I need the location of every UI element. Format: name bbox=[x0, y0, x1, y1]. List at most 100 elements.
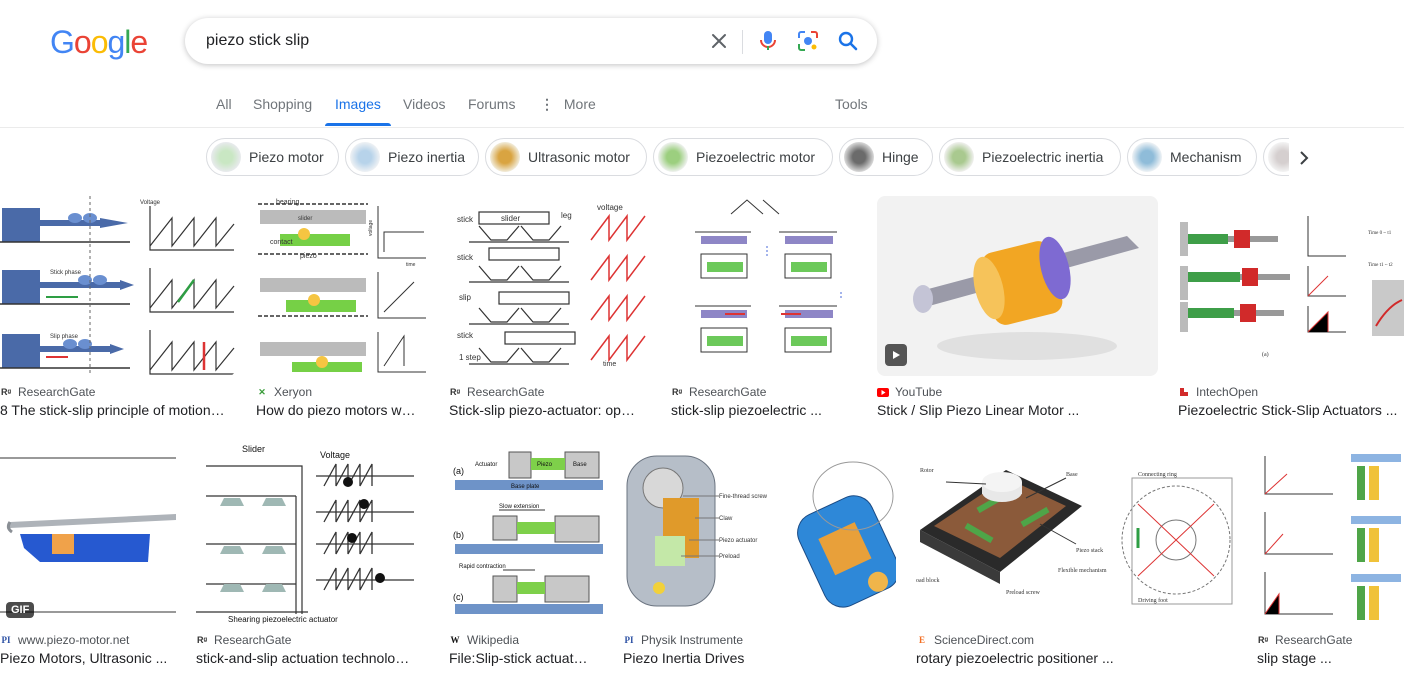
image-text: Voltage bbox=[140, 200, 161, 206]
result-source-name: ResearchGate bbox=[689, 385, 767, 399]
lens-icon[interactable] bbox=[796, 29, 820, 53]
image-text: Driving foot bbox=[1138, 597, 1168, 604]
result-source-name: Xeryon bbox=[274, 385, 313, 399]
chip-ultrasonic-motor[interactable]: Ultrasonic motor bbox=[485, 138, 647, 176]
result-source[interactable]: Rᵍ ResearchGate bbox=[449, 385, 544, 399]
image-text: stick bbox=[457, 253, 474, 262]
result-title[interactable]: stick-slip piezoelectric ... bbox=[671, 402, 857, 418]
chip-label: Piezoelectric motor bbox=[696, 149, 816, 165]
tab-all[interactable]: All bbox=[216, 96, 232, 112]
result-source-name: IntechOpen bbox=[1196, 385, 1259, 399]
google-logo[interactable]: Google bbox=[50, 24, 148, 61]
image-result[interactable]: Time 0 ~ t1 Time t1 ~ t2 (a) IntechOpen … bbox=[1178, 196, 1404, 422]
result-title[interactable]: rotary piezoelectric positioner ... bbox=[916, 650, 1237, 666]
image-result[interactable]: bearing slider contact piezo voltage tim… bbox=[256, 196, 429, 422]
image-result[interactable]: stick slider leg voltage stick slip stic… bbox=[449, 196, 651, 422]
result-thumbnail[interactable]: bearing slider contact piezo voltage tim… bbox=[256, 196, 429, 376]
result-title[interactable]: slip stage ... bbox=[1257, 650, 1404, 666]
search-input[interactable] bbox=[206, 30, 686, 52]
image-text: (a) bbox=[453, 466, 464, 476]
search-box bbox=[185, 18, 877, 64]
microphone-icon[interactable] bbox=[756, 29, 780, 53]
tab-videos[interactable]: Videos bbox=[403, 96, 446, 112]
result-thumbnail[interactable]: stick slider leg voltage stick slip stic… bbox=[449, 196, 651, 376]
result-source-name: YouTube bbox=[895, 385, 943, 399]
chip-partial[interactable] bbox=[1263, 138, 1289, 176]
result-title[interactable]: stick-and-slip actuation technolo… bbox=[196, 650, 429, 666]
result-source[interactable]: Rᵍ ResearchGate bbox=[671, 385, 766, 399]
search-icon[interactable] bbox=[836, 29, 860, 53]
tab-shopping[interactable]: Shopping bbox=[253, 96, 312, 112]
researchgate-icon: Rᵍ bbox=[196, 635, 207, 645]
image-text: slip bbox=[459, 293, 472, 302]
image-result[interactable]: Slider Voltage Shearing piezoelectric ac… bbox=[196, 444, 429, 670]
result-title[interactable]: Piezoelectric Stick-Slip Actuators ... bbox=[1178, 402, 1404, 418]
image-text: Slow extension bbox=[499, 504, 539, 510]
chip-hinge[interactable]: Hinge bbox=[839, 138, 933, 176]
result-thumbnail[interactable]: Slider Voltage Shearing piezoelectric ac… bbox=[196, 444, 429, 624]
logo-letter: o bbox=[73, 24, 92, 60]
image-result[interactable]: GIF PI www.piezo-motor.net Piezo Motors,… bbox=[0, 444, 176, 670]
result-source-name: ResearchGate bbox=[467, 385, 545, 399]
image-result[interactable]: (a) Actuator Piezo Base Base plate (b) S… bbox=[449, 444, 603, 670]
close-icon[interactable] bbox=[707, 29, 731, 53]
image-result[interactable]: YouTube Stick / Slip Piezo Linear Motor … bbox=[877, 196, 1158, 422]
result-thumbnail[interactable]: Fine-thread screw Claw Piezo actuator Pr… bbox=[623, 444, 896, 624]
result-thumbnail[interactable]: Rotor Base Piezo stack Flexible mechanis… bbox=[916, 444, 1237, 624]
result-title[interactable]: Stick-slip piezo-actuator: op… bbox=[449, 402, 651, 418]
chevron-right-icon[interactable] bbox=[1290, 146, 1318, 170]
chip-mechanism[interactable]: Mechanism bbox=[1127, 138, 1257, 176]
image-result[interactable]: Voltage Stick phase Slip phase Rᵍ Resear… bbox=[0, 196, 236, 422]
image-text: Shearing piezoelectric actuator bbox=[228, 615, 338, 624]
result-thumbnail[interactable]: GIF bbox=[0, 444, 176, 624]
result-title[interactable]: Piezo Motors, Ultrasonic ... bbox=[0, 650, 176, 666]
image-text: contact bbox=[270, 239, 293, 246]
result-title[interactable]: How do piezo motors w… bbox=[256, 402, 429, 418]
tab-images[interactable]: Images bbox=[325, 96, 391, 126]
more-vert-icon: ⋮ bbox=[540, 96, 554, 112]
chip-piezo-inertia[interactable]: Piezo inertia bbox=[345, 138, 479, 176]
chip-piezo-motor[interactable]: Piezo motor bbox=[206, 138, 339, 176]
image-result[interactable]: Fine-thread screw Claw Piezo actuator Pr… bbox=[623, 444, 896, 670]
image-text: Time 0 ~ t1 bbox=[1368, 231, 1392, 236]
result-source[interactable]: ✕ Xeryon bbox=[256, 385, 312, 399]
image-text: Time t1 ~ t2 bbox=[1368, 263, 1393, 268]
result-title[interactable]: File:Slip-stick actuat… bbox=[449, 650, 603, 666]
tab-more[interactable]: ⋮ More bbox=[540, 96, 596, 113]
image-result[interactable]: Rotor Base Piezo stack Flexible mechanis… bbox=[916, 444, 1237, 670]
result-source[interactable]: W Wikipedia bbox=[449, 633, 520, 647]
result-source[interactable]: IntechOpen bbox=[1178, 385, 1258, 399]
play-icon[interactable] bbox=[885, 344, 907, 366]
chip-thumbnail bbox=[944, 142, 974, 172]
image-text: Flexible mechanism bbox=[1058, 568, 1107, 574]
result-title[interactable]: Stick / Slip Piezo Linear Motor ... bbox=[877, 402, 1158, 418]
tab-forums[interactable]: Forums bbox=[468, 96, 515, 112]
image-result[interactable]: Rᵍ ResearchGate slip stage ... bbox=[1257, 444, 1404, 670]
logo-letter: g bbox=[107, 24, 125, 60]
result-thumbnail[interactable]: Voltage Stick phase Slip phase bbox=[0, 196, 236, 376]
chip-piezoelectric-motor[interactable]: Piezoelectric motor bbox=[653, 138, 833, 176]
result-thumbnail[interactable]: (a) Actuator Piezo Base Base plate (b) S… bbox=[449, 444, 603, 624]
result-source[interactable]: Rᵍ ResearchGate bbox=[1257, 633, 1352, 647]
result-source-name: Physik Instrumente bbox=[641, 633, 744, 647]
chip-piezoelectric-inertia[interactable]: Piezoelectric inertia bbox=[939, 138, 1121, 176]
result-source[interactable]: Rᵍ ResearchGate bbox=[0, 385, 95, 399]
result-source[interactable]: PI Physik Instrumente bbox=[623, 633, 744, 647]
chip-label: Piezo inertia bbox=[388, 149, 466, 165]
wikipedia-icon: W bbox=[450, 635, 460, 645]
image-text: bearing bbox=[276, 199, 299, 206]
image-result[interactable]: Rᵍ ResearchGate stick-slip piezoelectric… bbox=[671, 196, 857, 422]
result-thumbnail[interactable] bbox=[877, 196, 1158, 376]
result-title[interactable]: 8 The stick-slip principle of motion… bbox=[0, 402, 236, 418]
tools-button[interactable]: Tools bbox=[835, 96, 868, 112]
image-text: piezo bbox=[300, 253, 317, 260]
result-title[interactable]: Piezo Inertia Drives bbox=[623, 650, 896, 666]
result-source[interactable]: E ScienceDirect.com bbox=[916, 633, 1034, 647]
result-source[interactable]: Rᵍ ResearchGate bbox=[196, 633, 291, 647]
result-thumbnail[interactable] bbox=[671, 196, 857, 376]
result-source[interactable]: PI www.piezo-motor.net bbox=[0, 633, 130, 647]
result-source[interactable]: YouTube bbox=[877, 385, 942, 399]
search-divider bbox=[742, 30, 743, 54]
result-thumbnail[interactable] bbox=[1257, 444, 1404, 624]
result-thumbnail[interactable]: Time 0 ~ t1 Time t1 ~ t2 (a) bbox=[1178, 196, 1404, 376]
